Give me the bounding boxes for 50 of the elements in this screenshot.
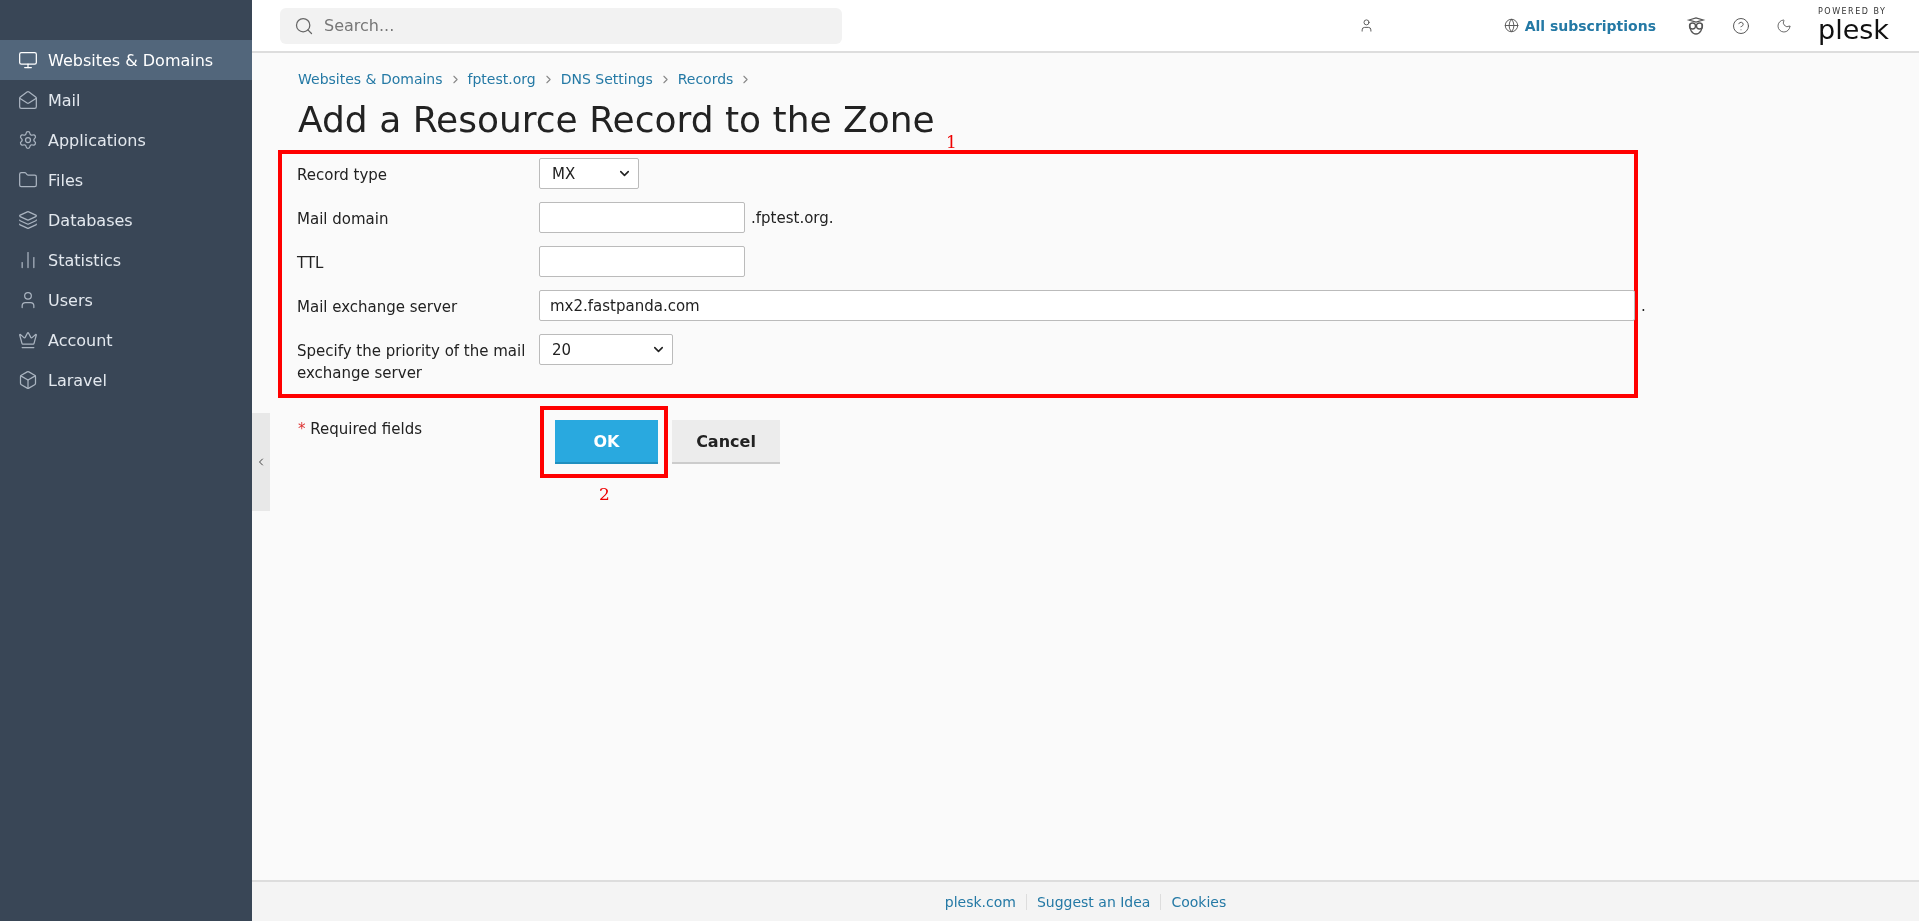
field-label: Record type [297,165,389,186]
brand-logo: plesk [1818,16,1889,43]
breadcrumb-link[interactable]: Websites & Domains [298,71,443,87]
layers-icon [18,210,38,230]
field-label: TTL [297,253,325,274]
sidebar-item[interactable]: Websites & Domains [0,40,252,80]
sidebar-item[interactable]: Files [0,160,252,200]
crown-icon [18,330,38,350]
sidebar-item[interactable]: Users [0,280,252,320]
gear-icon [18,130,38,150]
sidebar-item[interactable]: Applications [0,120,252,160]
footer-link[interactable]: Cookies [1160,893,1237,910]
footer-link[interactable]: plesk.com [934,893,1026,910]
globe-icon [1503,18,1519,33]
sidebar-item[interactable]: Statistics [0,240,252,280]
field-label: Mail exchange server [297,297,459,318]
help-icon[interactable] [1732,16,1751,35]
breadcrumb-link[interactable]: DNS Settings [560,71,653,87]
page-title: Add a Resource Record to the Zone [298,99,936,140]
select-field[interactable]: MX [539,158,639,189]
subscriptions-link[interactable]: All subscriptions [1503,17,1657,34]
field-label: Specify the priority of the mail exchange server [297,341,527,384]
sidebar-item[interactable]: Mail [0,80,252,120]
required-note: * Required fields [298,419,423,440]
search-icon [294,15,314,36]
sidebar-item[interactable]: Laravel [0,360,252,400]
footer-link[interactable]: Suggest an Idea [1025,893,1161,910]
input-field[interactable]: mx2.fastpanda.com [539,290,1635,321]
moon-icon[interactable] [1776,17,1793,34]
logo-icon [18,370,38,390]
brand-tagline: POWERED BY [1818,8,1887,16]
owl-icon[interactable] [1686,15,1707,36]
field-suffix: . [1641,296,1646,315]
folder-icon [18,170,38,190]
sidebar-item[interactable]: Databases [0,200,252,240]
user-icon[interactable] [1358,18,1374,33]
cancel-button[interactable]: Cancel [672,420,780,464]
annotation-number: 1 [946,132,957,150]
annotation-number: 2 [599,484,610,504]
select-field[interactable]: 20 [539,334,673,365]
monitor-icon [18,50,38,70]
breadcrumb-link[interactable]: Records [677,71,734,87]
field-label: Mail domain [297,209,390,230]
breadcrumb-link[interactable]: fptest.org [467,71,536,87]
search-field[interactable]: Search... [280,7,842,44]
envelope-icon [18,90,38,110]
sidebar-item[interactable]: Account [0,320,252,360]
input-field[interactable] [539,202,745,233]
input-field[interactable] [539,246,745,277]
field-suffix: .fptest.org. [751,208,834,227]
